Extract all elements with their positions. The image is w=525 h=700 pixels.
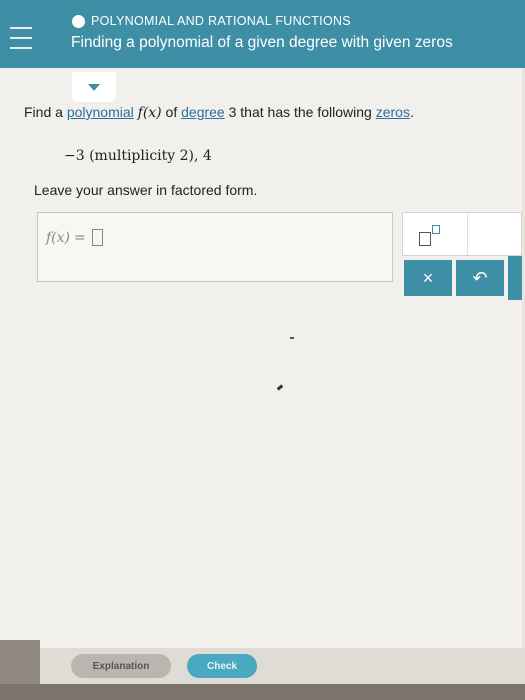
- header-bar: POLYNOMIAL AND RATIONAL FUNCTIONS Findin…: [0, 0, 525, 68]
- zeros-link[interactable]: zeros: [376, 104, 410, 120]
- function-notation: f(x): [137, 105, 162, 121]
- undo-button[interactable]: ↶: [456, 260, 504, 296]
- degree-link[interactable]: degree: [181, 104, 225, 120]
- screen-bezel-bottom: [0, 684, 525, 700]
- times-icon: ×: [422, 267, 434, 288]
- triangle-down-icon: [88, 83, 100, 91]
- collapse-toggle[interactable]: [72, 72, 116, 102]
- topic-row: POLYNOMIAL AND RATIONAL FUNCTIONS: [72, 14, 351, 28]
- explanation-button[interactable]: Explanation: [71, 654, 171, 678]
- question-post: that has the following: [236, 104, 376, 120]
- check-button[interactable]: Check: [187, 654, 257, 678]
- zeros-list: −3 (multiplicity 2), 4: [64, 148, 212, 164]
- page-title: Finding a polynomial of a given degree w…: [71, 34, 453, 51]
- polynomial-link[interactable]: polynomial: [67, 104, 134, 120]
- math-keypad: [402, 212, 522, 256]
- screen-speck: [290, 337, 294, 339]
- answer-expression: f(x) =: [46, 229, 103, 246]
- exponent-template-icon[interactable]: [419, 224, 447, 248]
- instruction-text: Leave your answer in factored form.: [34, 182, 258, 198]
- keypad-edge: [508, 256, 522, 300]
- question-end: .: [409, 104, 414, 120]
- answer-input-box[interactable]: f(x) =: [37, 212, 393, 282]
- question-pre: Find a: [24, 104, 67, 120]
- circle-icon: [72, 14, 85, 28]
- undo-arrow-icon: ↶: [472, 267, 488, 288]
- question-mid: of: [161, 104, 182, 120]
- clear-button[interactable]: ×: [404, 260, 452, 296]
- topic-label: POLYNOMIAL AND RATIONAL FUNCTIONS: [91, 14, 351, 28]
- keypad-divider: [467, 213, 468, 255]
- hamburger-menu-icon[interactable]: [10, 27, 32, 49]
- question-text: Find a polynomial f(x) of degree 3 that …: [24, 104, 414, 121]
- answer-blank-field[interactable]: [91, 229, 103, 246]
- answer-lhs: f(x): [46, 229, 71, 246]
- equals-sign: =: [74, 229, 86, 246]
